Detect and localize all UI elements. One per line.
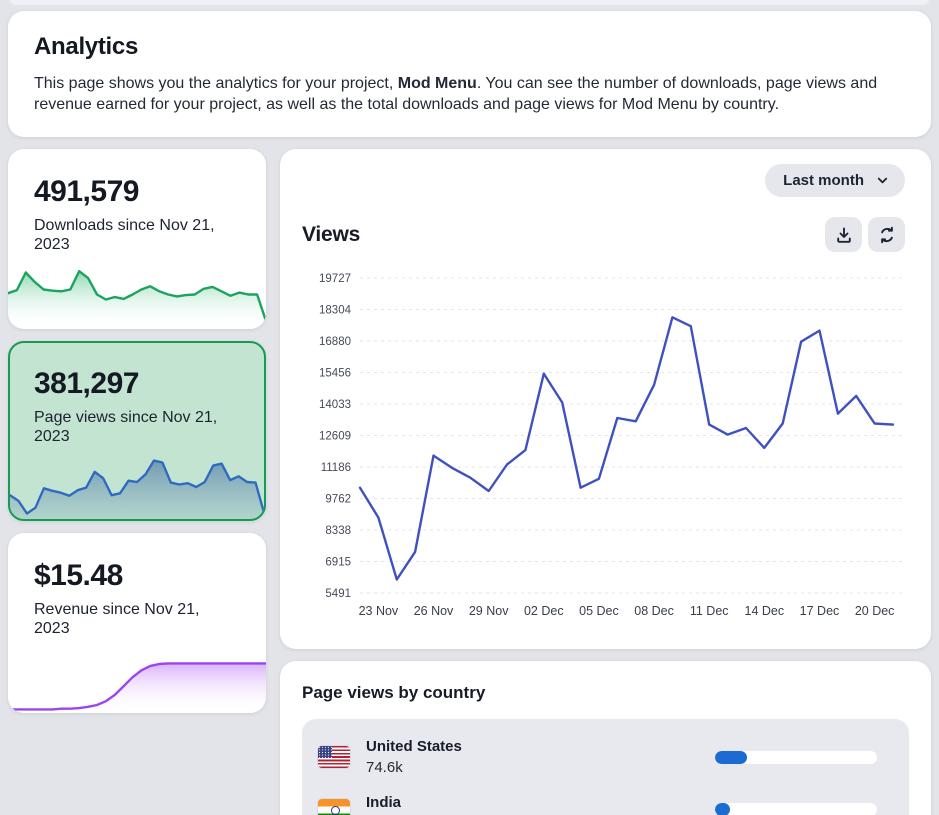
revenue-amount: $15.48 — [34, 559, 240, 593]
svg-text:12609: 12609 — [319, 431, 351, 443]
country-row-india: India — [318, 785, 893, 815]
views-chart-panel: Last month Views — [280, 149, 931, 649]
svg-text:08 Dec: 08 Dec — [634, 604, 674, 618]
analytics-header: Analytics This page shows you the analyt… — [8, 11, 931, 137]
country-name: India — [366, 794, 401, 811]
page-views-sparkline — [10, 447, 264, 519]
svg-text:05 Dec: 05 Dec — [579, 604, 619, 618]
stat-card-revenue[interactable]: $15.48 Revenue since Nov 21, 2023 — [8, 533, 266, 713]
page-description: This page shows you the analytics for yo… — [34, 73, 905, 115]
page-views-by-country-panel: Page views by country United States 74.6… — [280, 661, 931, 815]
stat-card-downloads[interactable]: 491,579 Downloads since Nov 21, 2023 — [8, 149, 266, 329]
svg-text:20 Dec: 20 Dec — [855, 604, 895, 618]
svg-text:26 Nov: 26 Nov — [414, 604, 454, 618]
timeframe-selector[interactable]: Last month — [765, 164, 905, 197]
india-flag-icon — [318, 799, 350, 815]
project-name: Mod Menu — [398, 75, 477, 92]
svg-text:8338: 8338 — [325, 525, 351, 537]
stat-card-page-views[interactable]: 381,297 Page views since Nov 21, 2023 — [8, 341, 266, 521]
chart-title: Views — [302, 223, 360, 247]
svg-text:14 Dec: 14 Dec — [745, 604, 785, 618]
svg-text:19727: 19727 — [319, 273, 351, 285]
page-views-label: Page views since Nov 21, 2023 — [34, 409, 234, 447]
country-name: United States — [366, 738, 462, 755]
stat-cards-column: 491,579 Downloads since Nov 21, 2023 381… — [8, 149, 266, 713]
svg-text:15456: 15456 — [319, 368, 351, 380]
svg-text:23 Nov: 23 Nov — [359, 604, 399, 618]
svg-text:29 Nov: 29 Nov — [469, 604, 509, 618]
views-line-chart: 19727 18304 16880 15456 14033 12609 11186 9762 8… — [302, 266, 902, 622]
svg-text:9762: 9762 — [325, 494, 351, 506]
svg-text:11186: 11186 — [321, 462, 351, 474]
page-title: Analytics — [34, 33, 905, 61]
chevron-down-icon — [876, 174, 889, 187]
country-progress-bar — [715, 751, 877, 764]
download-icon — [835, 226, 853, 244]
svg-text:18304: 18304 — [319, 305, 352, 317]
svg-text:17 Dec: 17 Dec — [800, 604, 840, 618]
country-progress-bar — [715, 803, 877, 815]
svg-text:14033: 14033 — [319, 399, 351, 411]
downloads-sparkline — [8, 257, 266, 329]
country-page-views: 74.6k — [366, 759, 462, 776]
country-list: United States 74.6k India — [302, 719, 909, 815]
svg-text:16880: 16880 — [319, 336, 351, 348]
download-chart-button[interactable] — [825, 217, 862, 252]
analytics-page: Analytics This page shows you the analyt… — [0, 0, 939, 815]
country-row-united-states: United States 74.6k — [318, 729, 893, 785]
us-flag-icon — [318, 746, 350, 768]
page-views-count: 381,297 — [34, 367, 240, 401]
timeframe-label: Last month — [783, 172, 864, 189]
revenue-label: Revenue since Nov 21, 2023 — [34, 601, 234, 639]
downloads-count: 491,579 — [34, 175, 240, 209]
svg-text:6915: 6915 — [325, 557, 351, 569]
country-progress-fill — [715, 803, 730, 815]
top-nav-edge — [10, 0, 929, 5]
svg-text:11 Dec: 11 Dec — [690, 604, 729, 618]
refresh-chart-button[interactable] — [868, 217, 905, 252]
country-panel-title: Page views by country — [302, 683, 909, 703]
svg-text:02 Dec: 02 Dec — [524, 604, 564, 618]
revenue-sparkline — [8, 641, 266, 713]
refresh-icon — [878, 226, 896, 244]
downloads-label: Downloads since Nov 21, 2023 — [34, 217, 234, 255]
country-progress-fill — [715, 751, 747, 764]
svg-text:5491: 5491 — [325, 588, 351, 600]
